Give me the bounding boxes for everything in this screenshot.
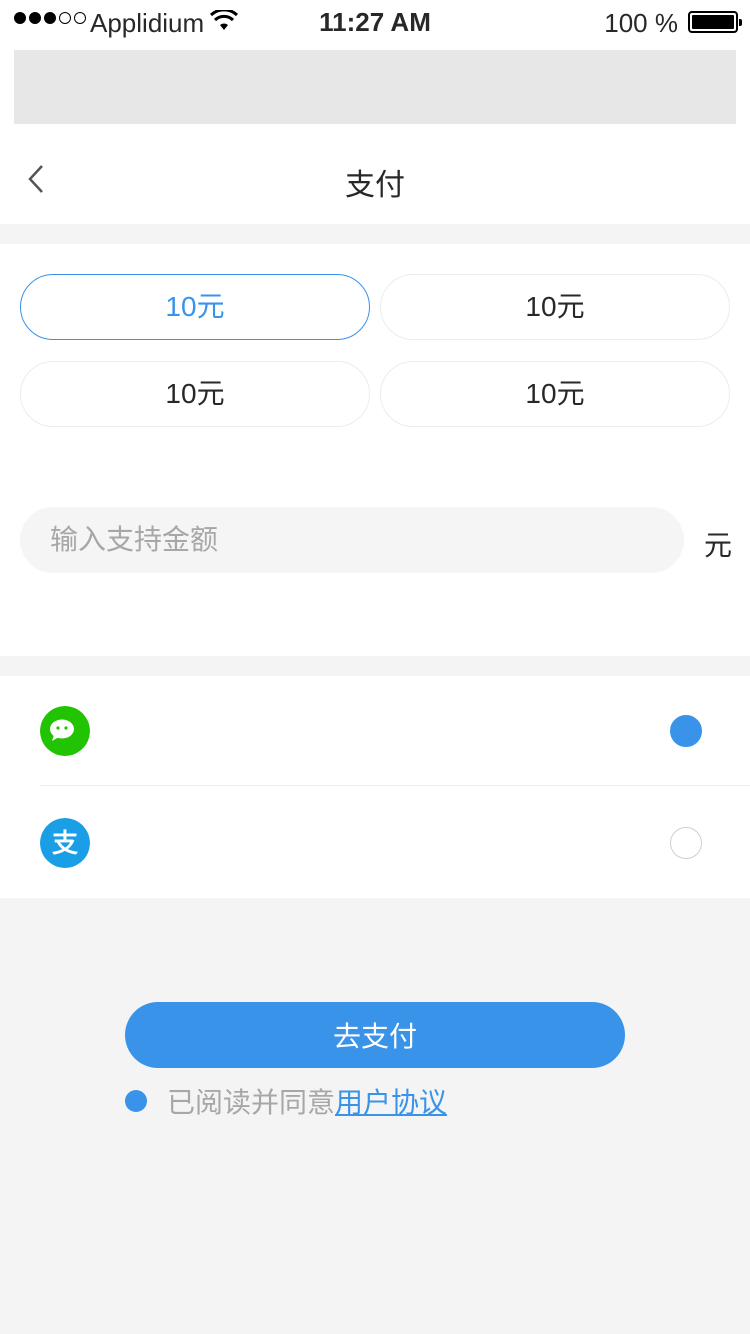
battery-percent: 100 % <box>604 8 678 38</box>
custom-amount-input[interactable] <box>20 507 684 573</box>
payment-method-list: 支 <box>0 676 750 898</box>
alipay-icon: 支 <box>40 818 90 868</box>
status-bar: Applidium 11:27 AM 100 % <box>0 0 750 44</box>
pay-button[interactable]: 去支付 <box>125 1002 625 1068</box>
amount-option[interactable]: 10元 <box>380 361 730 427</box>
amount-option[interactable]: 10元 <box>380 274 730 340</box>
currency-unit: 元 <box>704 530 733 561</box>
agreement-checkbox[interactable] <box>125 1090 147 1112</box>
battery-icon <box>688 11 742 33</box>
amount-option[interactable]: 10元 <box>20 361 370 427</box>
user-agreement-link[interactable]: 用户协议 <box>335 1081 447 1121</box>
amount-section: 10元 10元 10元 10元 元 <box>0 244 750 656</box>
page-title: 支付 <box>345 169 405 202</box>
payment-method-wechat[interactable] <box>0 676 750 786</box>
banner-placeholder <box>14 50 736 124</box>
radio-unselected[interactable] <box>670 827 702 859</box>
svg-text:支: 支 <box>52 829 78 859</box>
agreement-row: 已阅读并同意 用户协议 <box>125 1086 447 1118</box>
payment-method-alipay[interactable]: 支 <box>0 788 750 898</box>
amount-option[interactable]: 10元 <box>20 274 370 340</box>
wechat-pay-icon <box>40 706 90 756</box>
agreement-text: 已阅读并同意 <box>167 1087 336 1118</box>
nav-bar: 支付 <box>0 134 750 224</box>
radio-selected[interactable] <box>670 715 702 747</box>
